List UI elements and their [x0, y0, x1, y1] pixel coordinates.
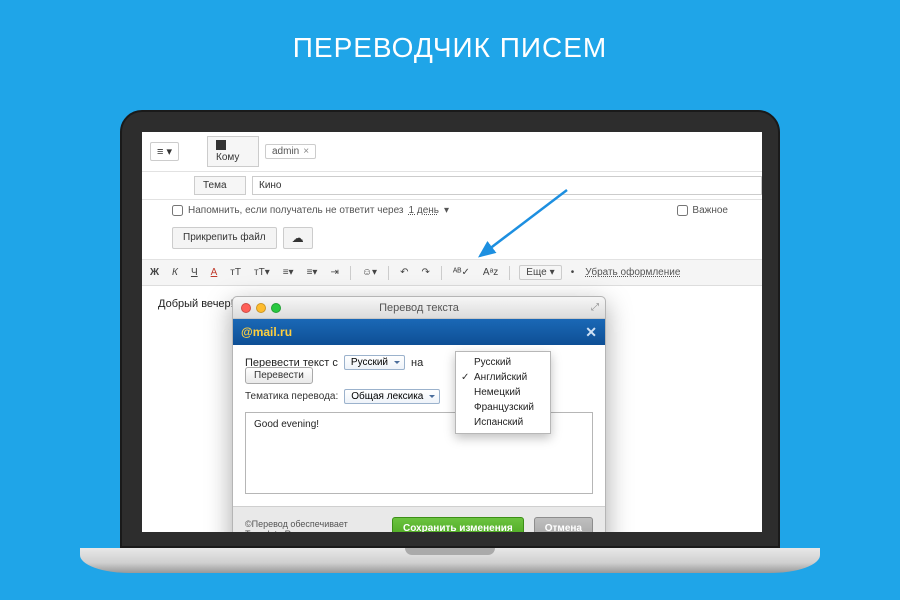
mailru-logo: @mail.ru: [241, 325, 292, 339]
laptop-base: [80, 548, 820, 573]
separator: [388, 266, 389, 280]
topic-select[interactable]: Общая лексика: [344, 389, 440, 404]
translate-dialog: Перевод текста ⤢ @mail.ru ✕ Перевести те…: [232, 296, 606, 532]
emoji-button[interactable]: ☺▾: [360, 267, 379, 278]
important-checkbox[interactable]: [677, 205, 688, 216]
lang-option-spanish[interactable]: Испанский: [456, 415, 550, 430]
remove-recipient-icon[interactable]: ×: [303, 146, 309, 157]
font-case-button[interactable]: тТ▾: [252, 267, 272, 278]
redo-button[interactable]: ↷: [419, 267, 431, 278]
bold-button[interactable]: Ж: [148, 267, 161, 278]
dialog-brand-bar: @mail.ru ✕: [233, 319, 605, 345]
lang-option-english[interactable]: Английский: [456, 370, 550, 385]
important-label: Важное: [692, 205, 728, 216]
editor-toolbar: Ж К Ч A тТ тТ▾ ≡▾ ≡▾ ⇥ ☺▾ ↶ ↷ ᴬᴮ✓ Аᵃz Ещ…: [142, 260, 762, 286]
dialog-titlebar[interactable]: Перевод текста ⤢: [233, 297, 605, 319]
app-screen: ≡ ▾ Кому admin × Тема Напомнить, если по…: [142, 132, 762, 532]
font-size-button[interactable]: тТ: [228, 267, 243, 278]
topic-label: Тематика перевода:: [245, 391, 338, 402]
chevron-down-icon[interactable]: ▾: [444, 205, 449, 216]
hero-title: ПЕРЕВОДЧИК ПИСЕМ: [0, 0, 900, 64]
reminder-value[interactable]: 1 день: [409, 205, 439, 216]
spellcheck-button[interactable]: ᴬᴮ✓: [451, 267, 472, 278]
separator: [350, 266, 351, 280]
dialog-title: Перевод текста: [233, 302, 605, 314]
translate-to-label: на: [411, 357, 423, 369]
more-button[interactable]: Еще▾: [519, 265, 561, 280]
italic-button[interactable]: К: [170, 267, 180, 278]
to-label: Кому: [207, 136, 259, 167]
remove-formatting-button[interactable]: Убрать оформление: [583, 267, 682, 278]
cancel-button[interactable]: Отмена: [534, 517, 593, 532]
separator: [509, 266, 510, 280]
person-icon: [216, 140, 226, 150]
underline-button[interactable]: Ч: [189, 267, 200, 278]
chevron-down-icon: ▾: [550, 267, 555, 278]
separator: [441, 266, 442, 280]
save-changes-button[interactable]: Сохранить изменения: [392, 517, 524, 532]
to-language-menu: Русский Английский Немецкий Французский …: [455, 351, 551, 434]
subject-input[interactable]: [252, 176, 762, 195]
recipient-chip[interactable]: admin ×: [265, 144, 316, 159]
compose-menu-button[interactable]: ≡ ▾: [150, 142, 179, 161]
reminder-text: Напомнить, если получатель не ответит че…: [188, 205, 404, 216]
translate-button[interactable]: Аᵃz: [481, 267, 500, 278]
recipient-name: admin: [272, 146, 299, 157]
lang-option-russian[interactable]: Русский: [456, 355, 550, 370]
laptop-mock: ≡ ▾ Кому admin × Тема Напомнить, если по…: [120, 110, 780, 573]
translate-action-button[interactable]: Перевести: [245, 367, 313, 384]
indent-button[interactable]: ⇥: [328, 267, 340, 278]
align-button[interactable]: ≡▾: [281, 267, 296, 278]
dialog-expand-icon[interactable]: ⤢: [591, 302, 599, 313]
attach-file-button[interactable]: Прикрепить файл: [172, 227, 277, 249]
subject-label: Тема: [194, 176, 246, 195]
text-color-button[interactable]: A: [209, 267, 220, 278]
reminder-checkbox[interactable]: [172, 205, 183, 216]
translate-credit: ©Перевод обеспечивает Translate.Ru: [245, 519, 382, 533]
bullet-icon: •: [571, 267, 575, 278]
undo-button[interactable]: ↶: [398, 267, 410, 278]
lang-option-french[interactable]: Французский: [456, 400, 550, 415]
list-button[interactable]: ≡▾: [305, 267, 320, 278]
lang-option-german[interactable]: Немецкий: [456, 385, 550, 400]
dialog-close-icon[interactable]: ✕: [585, 324, 597, 341]
from-language-select[interactable]: Русский: [344, 355, 405, 370]
attach-cloud-button[interactable]: ☁: [283, 227, 313, 249]
